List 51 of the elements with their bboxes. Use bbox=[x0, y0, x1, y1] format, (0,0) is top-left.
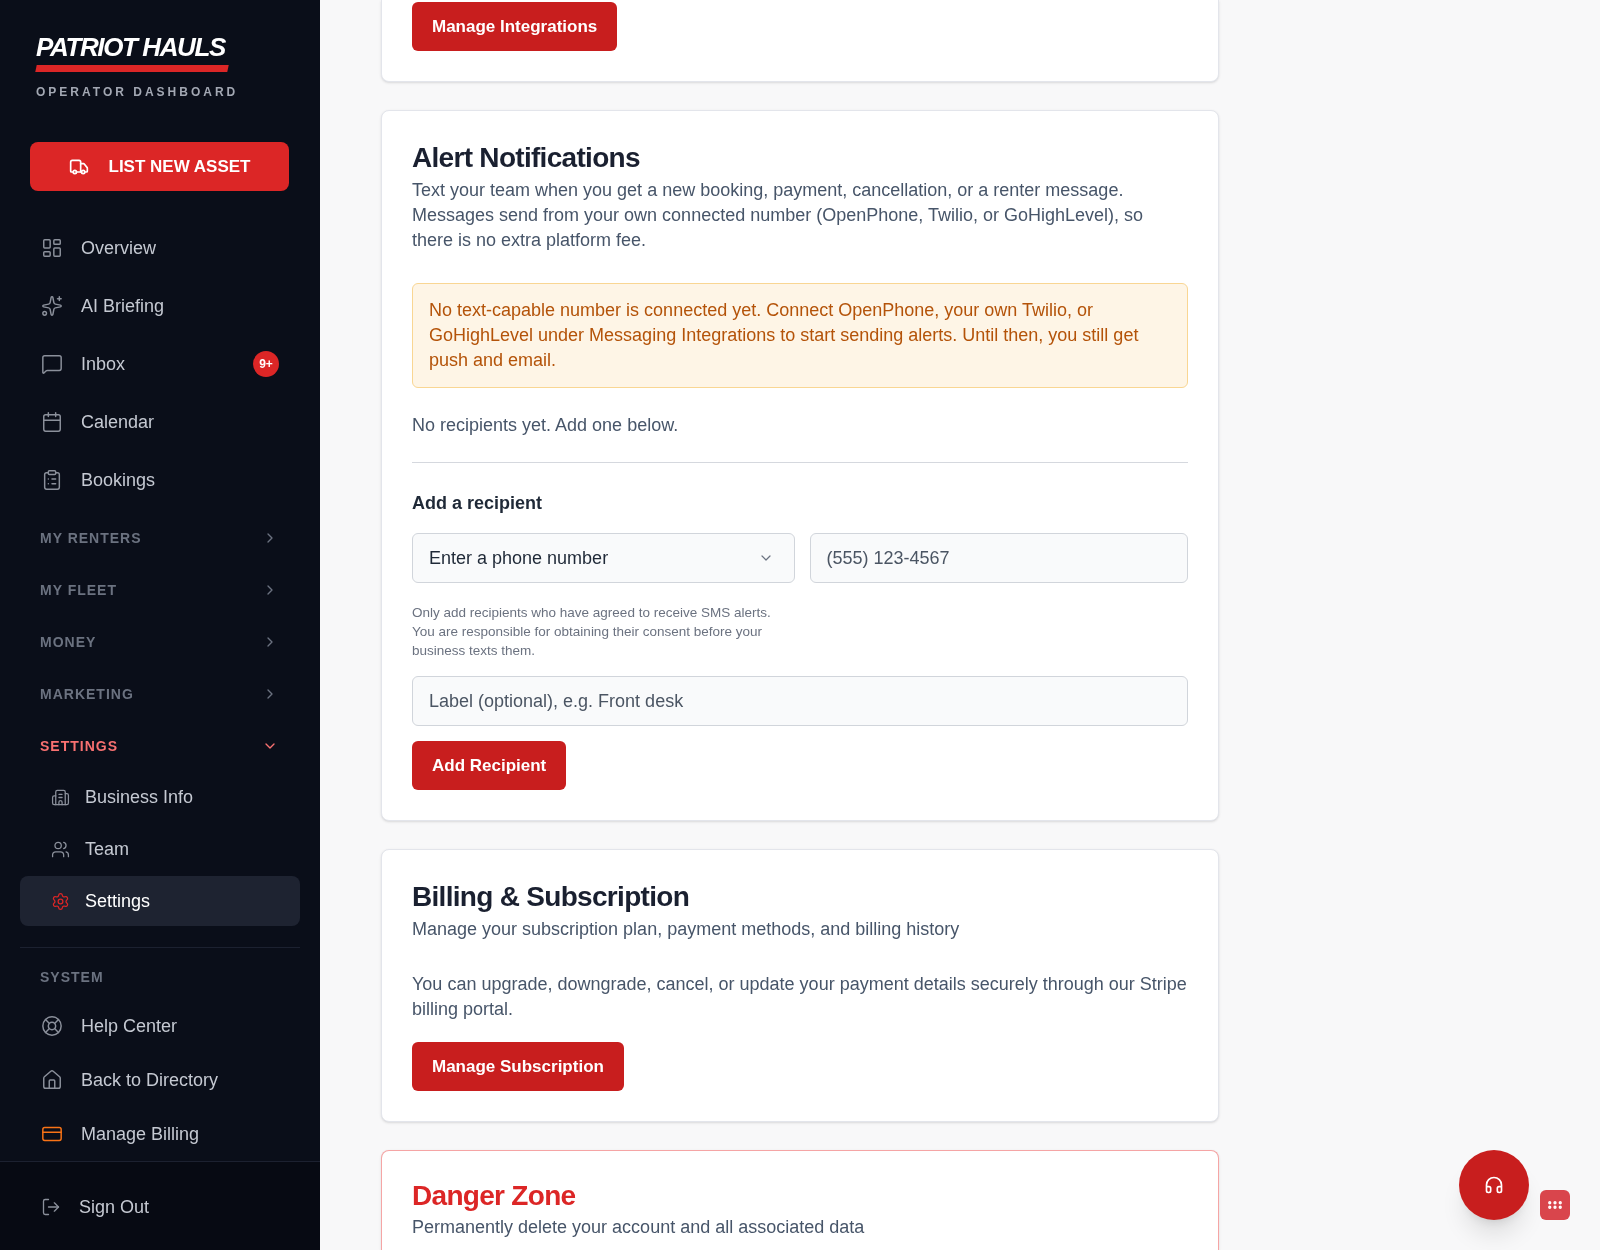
card-title: Danger Zone bbox=[412, 1179, 576, 1213]
recipient-type-select[interactable]: Enter a phone number bbox=[412, 533, 795, 583]
dashboard-grid-icon bbox=[41, 237, 63, 259]
recipient-label-input[interactable]: Label (optional), e.g. Front desk bbox=[412, 676, 1188, 726]
list-new-asset-button[interactable]: LIST NEW ASSET bbox=[30, 142, 289, 191]
users-icon bbox=[51, 839, 70, 859]
settings-icon bbox=[51, 891, 70, 911]
manage-integrations-button[interactable]: Manage Integrations bbox=[412, 2, 618, 51]
sidebar-section-header[interactable]: MONEY bbox=[20, 616, 300, 668]
manage-subscription-button[interactable]: Manage Subscription bbox=[412, 1042, 624, 1091]
lifebuoy-icon bbox=[41, 1015, 63, 1037]
brand-tagline: OPERATOR DASHBOARD bbox=[36, 84, 239, 100]
sign-out-icon bbox=[41, 1197, 61, 1217]
house-icon bbox=[41, 1069, 63, 1091]
sidebar-nav-item[interactable]: Inbox 9+ bbox=[20, 335, 300, 393]
sidebar-nav-item[interactable]: Overview bbox=[20, 219, 300, 277]
sparkles-icon bbox=[41, 295, 63, 317]
sidebar-nav-item[interactable]: Help Center bbox=[20, 999, 300, 1053]
sidebar-nav-item[interactable]: Team bbox=[20, 824, 300, 874]
sidebar-nav-item[interactable]: Settings bbox=[20, 876, 300, 926]
billing-info-text: You can upgrade, downgrade, cancel, or update your payment details securely through our Stripe billing portal. bbox=[412, 973, 1188, 1021]
phone-number-input[interactable]: (555) 123-4567 bbox=[809, 533, 1188, 583]
clipboard-list-icon bbox=[41, 469, 63, 491]
calendar-icon bbox=[41, 411, 63, 433]
warning-alert: No text-capable number is connected yet. Connect OpenPhone, your own Twilio, or GoHighLevel under Messaging Integrations to start sending alerts. Until then, you still get push and email. bbox=[412, 283, 1188, 388]
card-description: Text your team when you get a new booking, payment, cancellation, or a renter message. Messages send from your own connected number (OpenPhone, Twilio, or GoHighLevel), so there is no extra platform fee. bbox=[412, 179, 1145, 252]
card-title: Alert Notifications bbox=[412, 141, 640, 175]
form-heading: Add a recipient bbox=[412, 492, 543, 515]
apps-menu-button[interactable] bbox=[1540, 1190, 1570, 1220]
sidebar-section-header[interactable]: MY RENTERS bbox=[20, 512, 300, 564]
consent-note: Only add recipients who have agreed to receive SMS alerts. You are responsible for obtaining their consent before your business texts them. bbox=[412, 604, 772, 660]
chat-bubble-icon bbox=[41, 353, 63, 375]
add-recipient-button[interactable]: Add Recipient bbox=[412, 741, 567, 790]
sidebar-section-header[interactable]: MY FLEET bbox=[20, 564, 300, 616]
card-description: Manage your subscription plan, payment methods, and billing history bbox=[412, 918, 960, 941]
sidebar-nav-item[interactable]: Business Info bbox=[20, 772, 300, 822]
empty-state-text: No recipients yet. Add one below. bbox=[412, 414, 679, 437]
brand-name: PATRIOT HAULS bbox=[36, 32, 225, 62]
sidebar-nav-item[interactable]: Bookings bbox=[20, 451, 300, 509]
headphones-icon bbox=[1484, 1175, 1504, 1195]
sidebar-nav-item[interactable]: Manage Billing bbox=[20, 1107, 300, 1161]
sidebar-section-header[interactable]: SETTINGS bbox=[20, 720, 300, 772]
sidebar-nav-item[interactable]: AI Briefing bbox=[20, 277, 300, 335]
sidebar-nav-item[interactable]: Calendar bbox=[20, 393, 300, 451]
building-icon bbox=[51, 787, 70, 807]
card-description: Permanently delete your account and all associated data bbox=[412, 1216, 865, 1239]
card-title: Billing & Subscription bbox=[412, 880, 690, 914]
sidebar-nav-item[interactable]: Back to Directory bbox=[20, 1053, 300, 1107]
unread-count-badge: 9+ bbox=[253, 351, 279, 377]
sidebar-section-header[interactable]: MARKETING bbox=[20, 668, 300, 720]
system-heading: SYSTEM bbox=[40, 968, 104, 987]
